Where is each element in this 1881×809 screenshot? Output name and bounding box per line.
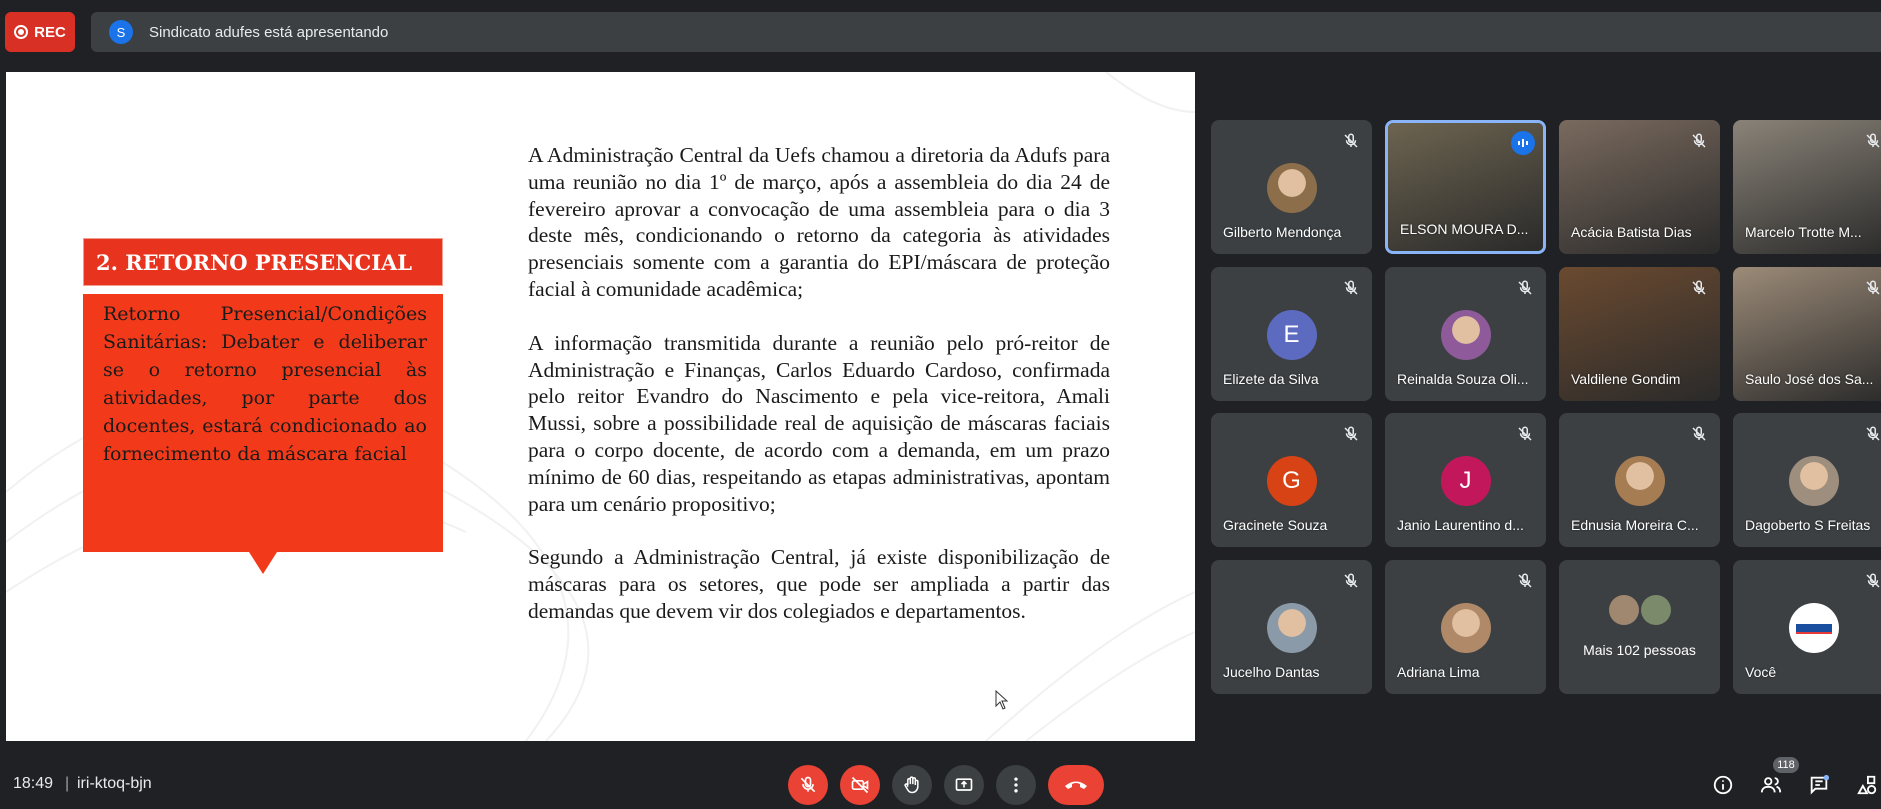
meeting-clock: 18:49	[13, 775, 54, 792]
participant-avatar	[1440, 603, 1491, 653]
participant-name: Você	[1745, 664, 1777, 680]
info-icon	[1713, 775, 1733, 795]
slide-body-text: A Administração Central da Uefs chamou a…	[528, 142, 1110, 652]
mic-muted-icon	[1342, 425, 1360, 443]
mic-muted-icon	[1516, 425, 1534, 443]
mic-muted-icon	[1690, 279, 1708, 297]
participant-tile[interactable]: Ednusia Moreira C...	[1559, 413, 1720, 547]
participant-avatar: J	[1440, 456, 1491, 506]
participant-name: Saulo José dos Sa...	[1745, 371, 1874, 387]
participant-name: Janio Laurentino d...	[1397, 517, 1524, 533]
participant-tile[interactable]: Saulo José dos Sa...	[1733, 267, 1881, 401]
mic-muted-icon	[1690, 425, 1708, 443]
mic-muted-icon	[1864, 572, 1881, 590]
participant-name: Ednusia Moreira C...	[1571, 517, 1699, 533]
more-participants-label: Mais 102 pessoas	[1583, 642, 1696, 658]
participant-name: Valdilene Gondim	[1571, 371, 1681, 387]
microphone-toggle-button[interactable]	[788, 765, 828, 805]
participant-tile[interactable]: Reinalda Souza Oli...	[1385, 267, 1546, 401]
participant-tile[interactable]: Marcelo Trotte M...	[1733, 120, 1881, 254]
bottom-separator: |	[65, 775, 70, 792]
participant-avatar	[1614, 456, 1665, 506]
present-icon	[955, 778, 973, 791]
meeting-code: iri-ktoq-bjn	[77, 775, 152, 792]
camera-off-icon	[851, 776, 869, 794]
slide-paragraph: A informação transmitida durante a reuni…	[528, 330, 1110, 516]
participant-avatar	[1788, 456, 1839, 506]
hang-up-icon	[1065, 781, 1087, 789]
meeting-info-button[interactable]	[1710, 772, 1736, 798]
participant-tile[interactable]: Você	[1733, 560, 1881, 694]
participant-avatar	[1440, 310, 1491, 360]
rec-label: REC	[34, 23, 66, 41]
people-icon	[1760, 777, 1782, 793]
participant-name: Marcelo Trotte M...	[1745, 224, 1862, 240]
mic-muted-icon	[1342, 132, 1360, 150]
participant-avatar	[1266, 163, 1317, 213]
recording-badge[interactable]: REC	[5, 12, 75, 52]
slide-paragraph: A Administração Central da Uefs chamou a…	[528, 143, 1110, 301]
participant-tile[interactable]: J Janio Laurentino d...	[1385, 413, 1546, 547]
participant-tile[interactable]: Dagoberto S Freitas	[1733, 413, 1881, 547]
presenting-text: Sindicato adufes está apresentando	[149, 23, 389, 41]
presenting-banner: S Sindicato adufes está apresentando	[91, 12, 1881, 52]
participant-tile[interactable]: Adriana Lima	[1385, 560, 1546, 694]
participant-name: Gilberto Mendonça	[1223, 224, 1342, 240]
shared-slide: 2. RETORNO PRESENCIAL Retorno Presencial…	[6, 72, 1195, 741]
participant-name: Acácia Batista Dias	[1571, 224, 1692, 240]
more-participants-avatars	[1609, 595, 1671, 625]
activities-button[interactable]	[1854, 772, 1880, 798]
participant-tile[interactable]: Acácia Batista Dias	[1559, 120, 1720, 254]
slide-callout: Retorno Presencial/Condições Sanitárias:…	[83, 294, 443, 574]
mic-muted-icon	[1864, 279, 1881, 297]
mic-muted-icon	[1516, 572, 1534, 590]
chat-icon	[1810, 774, 1830, 795]
more-vert-icon	[1014, 777, 1018, 793]
adufs-logo	[1788, 603, 1839, 653]
slide-callout-text: Retorno Presencial/Condições Sanitárias:…	[103, 303, 427, 465]
more-options-button[interactable]	[996, 765, 1036, 805]
slide-section-title: 2. RETORNO PRESENCIAL	[83, 238, 443, 286]
record-icon	[14, 25, 29, 39]
participant-name: ELSON MOURA D...	[1400, 221, 1529, 237]
speaking-indicator-icon	[1511, 131, 1535, 155]
participant-name: Elizete da Silva	[1223, 371, 1319, 387]
callout-pointer	[249, 552, 277, 574]
mic-muted-icon	[1516, 279, 1534, 297]
participant-tile[interactable]: Gilberto Mendonça	[1211, 120, 1372, 254]
slide-paragraph: Segundo a Administração Central, já exis…	[528, 545, 1110, 623]
mic-muted-icon	[1342, 279, 1360, 297]
mic-muted-icon	[1690, 132, 1708, 150]
participant-name: Jucelho Dantas	[1223, 664, 1320, 680]
participant-avatar: G	[1266, 456, 1317, 506]
participant-avatar	[1266, 603, 1317, 653]
people-button[interactable]	[1758, 772, 1784, 798]
participant-name: Dagoberto S Freitas	[1745, 517, 1871, 533]
participant-avatar: E	[1266, 310, 1317, 360]
presenter-avatar: S	[109, 20, 133, 44]
activities-icon	[1857, 775, 1877, 795]
hand-icon	[904, 776, 919, 794]
camera-toggle-button[interactable]	[840, 765, 880, 805]
mic-muted-icon	[1864, 425, 1881, 443]
participant-tile[interactable]: G Gracinete Souza	[1211, 413, 1372, 547]
participant-name: Gracinete Souza	[1223, 517, 1328, 533]
participant-tile[interactable]: E Elizete da Silva	[1211, 267, 1372, 401]
participant-name: Reinalda Souza Oli...	[1397, 371, 1529, 387]
mouse-cursor-icon	[995, 690, 1009, 710]
raise-hand-button[interactable]	[892, 765, 932, 805]
present-screen-button[interactable]	[944, 765, 984, 805]
mic-off-icon	[800, 776, 816, 793]
participant-tile[interactable]: Mais 102 pessoas	[1559, 560, 1720, 694]
participant-tile[interactable]: Jucelho Dantas	[1211, 560, 1372, 694]
participant-count-badge: 118	[1773, 757, 1799, 773]
chat-button[interactable]	[1806, 772, 1832, 798]
participant-tile[interactable]: ELSON MOURA D...	[1385, 120, 1546, 254]
participant-tile[interactable]: Valdilene Gondim	[1559, 267, 1720, 401]
mic-muted-icon	[1342, 572, 1360, 590]
leave-call-button[interactable]	[1048, 765, 1104, 805]
participant-name: Adriana Lima	[1397, 664, 1480, 680]
mic-muted-icon	[1864, 132, 1881, 150]
